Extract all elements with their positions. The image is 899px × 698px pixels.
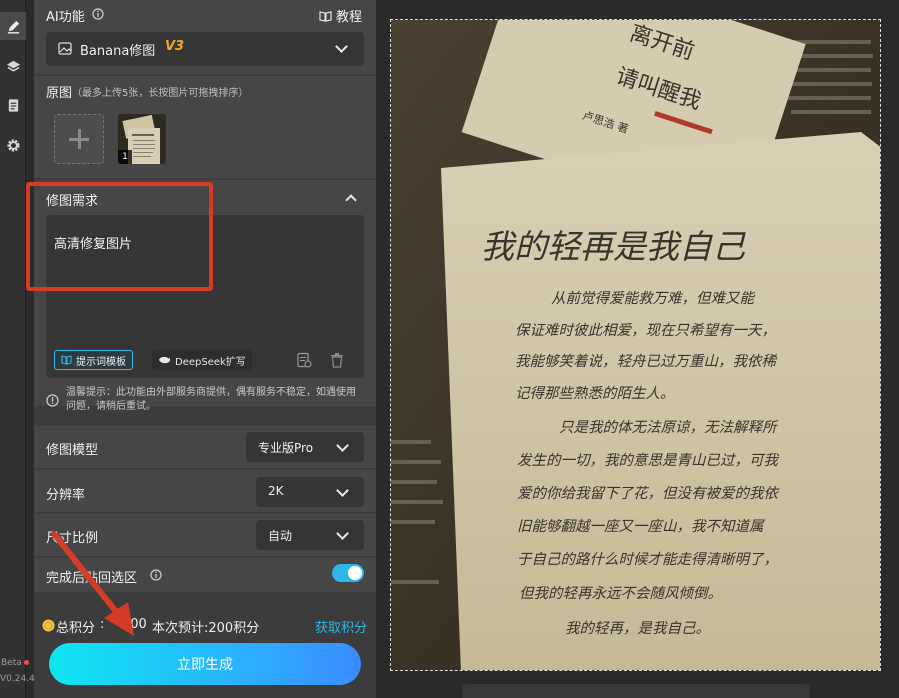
note-line: 保证难时彼此相爱，现在只希望有一天， xyxy=(515,322,776,339)
total-points-value: 300 xyxy=(122,617,147,632)
deepseek-expand-button[interactable]: DeepSeek扩写 xyxy=(152,350,252,370)
info-icon[interactable] xyxy=(150,569,162,581)
chevron-up-icon[interactable] xyxy=(345,194,357,206)
tool-rail: Beta V0.24.4 xyxy=(0,0,35,698)
chevron-down-icon xyxy=(336,527,349,540)
resolution-value: 2K xyxy=(268,484,284,498)
coin-icon xyxy=(42,619,55,632)
note-line: 但我的轻再永远不会随风倾倒。 xyxy=(519,585,722,602)
history-icon[interactable] xyxy=(296,352,312,368)
layers-icon xyxy=(6,60,20,72)
add-image-button[interactable] xyxy=(54,114,104,164)
generate-button[interactable]: 立即生成 xyxy=(49,643,361,685)
chevron-down-icon xyxy=(335,40,348,53)
chevron-down-icon xyxy=(336,484,349,497)
deepseek-expand-label: DeepSeek扩写 xyxy=(175,356,246,368)
header-section: AI功能 教程 Banana修图 V3 xyxy=(34,0,376,74)
document-icon xyxy=(8,98,18,112)
note-line: 发生的一切，我的意思是青山已过，可我 xyxy=(517,452,779,469)
ratio-setting-row: 尺寸比例 自动 xyxy=(34,514,376,556)
tutorial-label: 教程 xyxy=(336,10,363,25)
note-line: 于自己的路什么时候才能走得清晰明了， xyxy=(517,551,778,568)
edit-title: 修图需求 xyxy=(46,194,99,209)
note-line: 只是我的体无法原谅，无法解释所 xyxy=(559,419,779,436)
preview-image[interactable]: 离开前 请叫醒我 卢思浩 著 我的轻再是我自己 从前觉得爱能救万难，但难又能 保… xyxy=(390,19,881,671)
points-colon: : xyxy=(100,617,105,632)
book-icon xyxy=(319,10,332,22)
panel-title: AI功能 xyxy=(46,10,85,25)
settings-tool-button[interactable] xyxy=(0,131,26,159)
paste-back-label: 完成后贴回选区 xyxy=(46,571,138,586)
note-line: 旧能够翻越一座又一座山，我不知道属 xyxy=(517,518,765,535)
ratio-dropdown[interactable]: 自动 xyxy=(256,520,364,550)
model-setting-label: 修图模型 xyxy=(46,443,99,458)
resolution-dropdown[interactable]: 2K xyxy=(256,477,364,507)
model-name: Banana修图 xyxy=(80,44,156,59)
image-icon xyxy=(58,42,72,55)
prompt-text: 高清修复图片 xyxy=(54,237,133,252)
model-dropdown[interactable]: Banana修图 V3 xyxy=(46,32,364,66)
book-open-icon xyxy=(61,355,72,365)
trash-icon[interactable] xyxy=(330,352,344,368)
ai-edit-tool-button[interactable] xyxy=(0,12,26,40)
warning-icon xyxy=(46,394,59,407)
model-setting-dropdown[interactable]: 专业版Pro xyxy=(246,432,364,462)
note-line: 我能够笑着说，轻舟已过万重山，我依稀 xyxy=(515,353,777,370)
prompt-template-label: 提示词模板 xyxy=(76,356,126,368)
total-points-label: 总积分 xyxy=(56,621,96,636)
thumbnail-count-badge: 1 xyxy=(118,150,132,164)
ai-panel: AI功能 教程 Banana修图 V3 原图 （最多上传5张，长按图片可拖拽排序… xyxy=(26,0,376,698)
note-line: 爱的你给我留下了花，但没有被爱的我依 xyxy=(517,485,780,502)
model-version-badge: V3 xyxy=(165,39,185,54)
notification-dot xyxy=(24,660,29,665)
note-heading: 我的轻再是我自己 xyxy=(481,227,746,266)
canvas-toolbar[interactable] xyxy=(462,684,810,698)
source-hint: （最多上传5张，长按图片可拖拽排序） xyxy=(72,88,249,99)
photo-content: 离开前 请叫醒我 卢思浩 著 我的轻再是我自己 从前觉得爱能救万难，但难又能 保… xyxy=(391,20,880,670)
layers-tool-button[interactable] xyxy=(0,52,26,80)
prompt-textarea[interactable]: 高清修复图片 提示词模板 DeepSeek扩写 xyxy=(46,215,364,378)
ratio-label: 尺寸比例 xyxy=(46,531,99,546)
ratio-value: 自动 xyxy=(268,529,293,543)
info-icon[interactable] xyxy=(92,8,104,20)
estimate-points: 本次预计:200积分 xyxy=(152,621,260,636)
beta-label: Beta xyxy=(1,658,22,668)
document-tool-button[interactable] xyxy=(0,91,26,119)
paste-back-toggle[interactable] xyxy=(332,564,364,582)
app-window: Beta V0.24.4 AI功能 教程 Banana修图 V3 原图 （最多上… xyxy=(0,0,899,698)
service-notice: 温馨提示：此功能由外部服务商提供，偶有服务不稳定，如遇使用问题，请稍后重试。 xyxy=(66,387,356,412)
gear-icon xyxy=(6,138,20,152)
canvas-area: 离开前 请叫醒我 卢思浩 著 我的轻再是我自己 从前觉得爱能救万难，但难又能 保… xyxy=(376,0,899,698)
version-label: V0.24.4 xyxy=(0,674,35,684)
paste-back-row: 完成后贴回选区 xyxy=(34,558,376,592)
model-setting-value: 专业版Pro xyxy=(258,441,314,455)
note-line: 记得那些熟悉的陌生人。 xyxy=(515,385,675,402)
pen-icon xyxy=(7,20,19,34)
note-line: 从前觉得爱能救万难，但难又能 xyxy=(551,290,755,307)
get-points-link[interactable]: 获取积分 xyxy=(315,617,367,636)
chevron-down-icon xyxy=(336,439,349,452)
prompt-template-button[interactable]: 提示词模板 xyxy=(54,350,133,370)
tutorial-link[interactable]: 教程 xyxy=(319,6,362,25)
whale-icon xyxy=(159,356,170,364)
resolution-label: 分辨率 xyxy=(46,488,86,503)
source-thumbnail[interactable]: 1 xyxy=(118,114,166,164)
toggle-knob xyxy=(348,566,362,580)
model-setting-row: 修图模型 专业版Pro xyxy=(34,426,376,468)
resolution-setting-row: 分辨率 2K xyxy=(34,470,376,512)
source-title: 原图 xyxy=(46,86,73,101)
note-line: 我的轻再，是我自己。 xyxy=(565,620,710,637)
